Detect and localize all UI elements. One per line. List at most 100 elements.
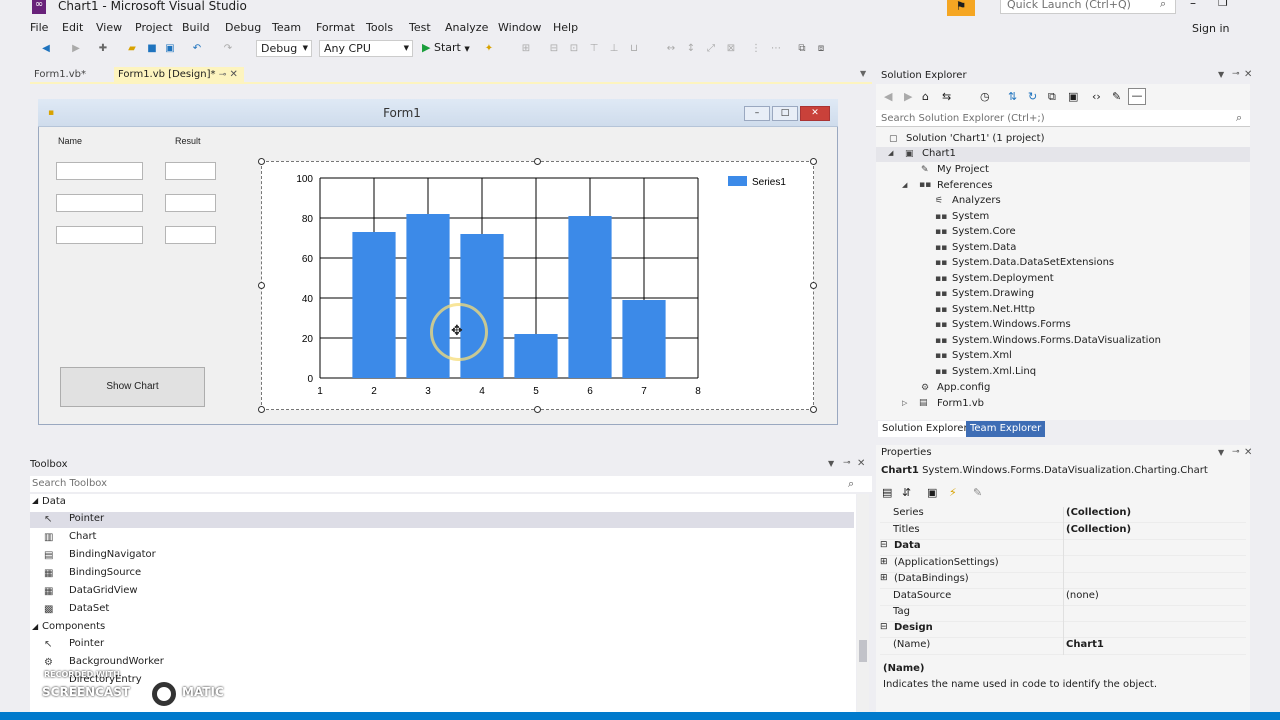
close-icon[interactable]: ✕ bbox=[857, 458, 865, 469]
redo-icon[interactable]: ↷ bbox=[222, 43, 234, 55]
result-textbox-3[interactable] bbox=[165, 226, 216, 244]
categorized-icon[interactable]: ▤ bbox=[882, 486, 892, 499]
chart1-control[interactable]: 0 20 40 60 80 100 1 2 3 4 5 6 7 8 Series1 bbox=[261, 161, 814, 410]
feedback-flag-icon[interactable]: ⚑ bbox=[947, 0, 975, 16]
save-icon[interactable]: ■ bbox=[146, 43, 158, 55]
menu-debug[interactable]: Debug bbox=[225, 21, 261, 34]
collapse-arrow-icon[interactable]: ▷ bbox=[902, 399, 907, 407]
show-all-files-icon[interactable]: ▣ bbox=[1068, 90, 1078, 103]
name-textbox-3[interactable] bbox=[56, 226, 143, 244]
pin-icon[interactable]: ⊸ bbox=[1232, 69, 1240, 79]
events-icon[interactable]: ⚡ bbox=[949, 486, 957, 499]
menu-tools[interactable]: Tools bbox=[366, 21, 393, 34]
project-node[interactable]: Chart1 bbox=[922, 148, 956, 159]
toolbox-group-components[interactable]: Components bbox=[42, 621, 105, 632]
pin-icon[interactable]: ⊸ bbox=[219, 70, 227, 80]
toolbox-item-datagridview[interactable]: DataGridView bbox=[69, 585, 138, 596]
properties-object-selector[interactable]: Chart1 System.Windows.Forms.DataVisualiz… bbox=[881, 465, 1208, 476]
solution-platform-select[interactable]: Any CPU ▼ bbox=[319, 40, 413, 57]
expand-arrow-icon[interactable]: ◢ bbox=[902, 181, 907, 189]
toolbox-item-bindingsource[interactable]: BindingSource bbox=[69, 567, 141, 578]
menu-file[interactable]: File bbox=[30, 21, 48, 34]
close-icon[interactable]: ✕ bbox=[1244, 447, 1252, 458]
refresh-icon[interactable]: ↻ bbox=[1028, 90, 1037, 103]
menu-view[interactable]: View bbox=[96, 21, 122, 34]
reference-item[interactable]: System.Xml.Linq bbox=[952, 366, 1036, 377]
resize-handle[interactable] bbox=[534, 406, 541, 413]
expand-arrow-icon[interactable]: ◢ bbox=[32, 496, 38, 505]
align-bottoms-icon[interactable]: ⊔ bbox=[628, 43, 640, 55]
toolbox-item-pointer[interactable]: Pointer bbox=[69, 513, 104, 524]
tab-form1-code[interactable]: Form1.vb* bbox=[30, 67, 90, 83]
reference-item[interactable]: System.Data.DataSetExtensions bbox=[952, 257, 1114, 268]
collapse-icon[interactable]: ⊟ bbox=[880, 622, 888, 632]
pending-changes-icon[interactable]: ◷ bbox=[980, 90, 990, 103]
solution-node[interactable]: Solution 'Chart1' (1 project) bbox=[906, 133, 1045, 144]
pin-icon[interactable]: ⊸ bbox=[843, 458, 851, 468]
menu-help[interactable]: Help bbox=[553, 21, 578, 34]
app-config-node[interactable]: App.config bbox=[937, 382, 990, 393]
resize-handle[interactable] bbox=[258, 406, 265, 413]
close-icon[interactable]: ✕ bbox=[1244, 69, 1252, 80]
make-same-size-icon[interactable]: ⤢ bbox=[705, 43, 717, 55]
result-textbox-2[interactable] bbox=[165, 194, 216, 212]
form-minimize-button[interactable]: – bbox=[744, 106, 770, 121]
reference-item[interactable]: System.Data bbox=[952, 242, 1016, 253]
reference-item[interactable]: System.Deployment bbox=[952, 273, 1054, 284]
expand-arrow-icon[interactable]: ◢ bbox=[888, 149, 893, 157]
resize-handle[interactable] bbox=[534, 158, 541, 165]
chevron-down-icon[interactable]: ▼ bbox=[1218, 448, 1224, 457]
resize-handle[interactable] bbox=[810, 406, 817, 413]
undo-icon[interactable]: ↶ bbox=[191, 43, 203, 55]
quick-launch-input[interactable]: Quick Launch (Ctrl+Q) bbox=[1000, 0, 1176, 14]
chevron-down-icon[interactable]: ▼ bbox=[828, 459, 834, 468]
reference-item[interactable]: System bbox=[952, 211, 989, 222]
pin-icon[interactable]: ⊸ bbox=[1232, 447, 1240, 457]
reference-item[interactable]: Analyzers bbox=[952, 195, 1001, 206]
form1-vb-node[interactable]: Form1.vb bbox=[937, 398, 984, 409]
property-pages-icon[interactable]: ✎ bbox=[973, 486, 982, 499]
solution-configuration-select[interactable]: Debug ▼ bbox=[256, 40, 312, 57]
scrollbar-thumb[interactable] bbox=[859, 640, 867, 662]
tab-solution-explorer[interactable]: Solution Explorer bbox=[878, 421, 972, 437]
collapse-icon[interactable]: ⊟ bbox=[880, 540, 888, 550]
reference-item[interactable]: System.Windows.Forms.DataVisualization bbox=[952, 335, 1161, 346]
menu-edit[interactable]: Edit bbox=[62, 21, 83, 34]
property-column-divider[interactable] bbox=[1063, 507, 1064, 655]
references-node[interactable]: References bbox=[937, 180, 993, 191]
align-rights-icon[interactable]: ⊡ bbox=[568, 43, 580, 55]
restore-window-button[interactable]: ❐ bbox=[1218, 0, 1228, 9]
tab-form1-design[interactable]: Form1.vb [Design]* ⊸ ✕ bbox=[114, 67, 244, 83]
resize-handle[interactable] bbox=[810, 282, 817, 289]
close-tab-icon[interactable]: ✕ bbox=[229, 69, 237, 80]
reference-item[interactable]: System.Net.Http bbox=[952, 304, 1035, 315]
reference-item[interactable]: System.Windows.Forms bbox=[952, 319, 1071, 330]
home-icon[interactable]: ⌂ bbox=[922, 90, 929, 103]
chevron-down-icon[interactable]: ▼ bbox=[1218, 70, 1224, 79]
menu-format[interactable]: Format bbox=[316, 21, 355, 34]
resize-handle[interactable] bbox=[258, 158, 265, 165]
make-same-height-icon[interactable]: ↕ bbox=[685, 43, 697, 55]
toolbox-item-pointer[interactable]: Pointer bbox=[69, 638, 104, 649]
save-all-icon[interactable]: ▣ bbox=[164, 43, 176, 55]
toolbox-scrollbar[interactable] bbox=[857, 494, 869, 712]
form-maximize-button[interactable]: □ bbox=[772, 106, 798, 121]
sign-in-link[interactable]: Sign in bbox=[1192, 22, 1230, 35]
toolbox-item-dataset[interactable]: DataSet bbox=[69, 603, 109, 614]
tab-overflow-icon[interactable]: ▼ bbox=[860, 69, 866, 78]
send-to-back-icon[interactable]: ⧈ bbox=[815, 43, 827, 55]
horizontal-spacing-icon[interactable]: ⋮ bbox=[750, 43, 762, 55]
alphabetical-icon[interactable]: ⇵ bbox=[902, 486, 911, 499]
minimize-window-button[interactable]: – bbox=[1190, 0, 1196, 10]
view-code-icon[interactable]: ‹› bbox=[1092, 90, 1101, 103]
switch-views-icon[interactable]: ⇆ bbox=[942, 90, 951, 103]
align-lefts-icon[interactable]: ⊞ bbox=[520, 43, 532, 55]
properties-icon[interactable]: ▣ bbox=[927, 486, 937, 499]
properties-wrench-icon[interactable]: ✎ bbox=[1112, 90, 1121, 103]
tab-team-explorer[interactable]: Team Explorer bbox=[966, 421, 1046, 437]
make-same-width-icon[interactable]: ↔ bbox=[665, 43, 677, 55]
start-button[interactable]: ▶ Start ▼ bbox=[422, 41, 470, 54]
back-icon[interactable]: ◀ bbox=[884, 90, 892, 103]
collapse-all-icon[interactable]: ⧉ bbox=[1048, 90, 1056, 104]
toolbox-item-chart[interactable]: Chart bbox=[69, 531, 96, 542]
